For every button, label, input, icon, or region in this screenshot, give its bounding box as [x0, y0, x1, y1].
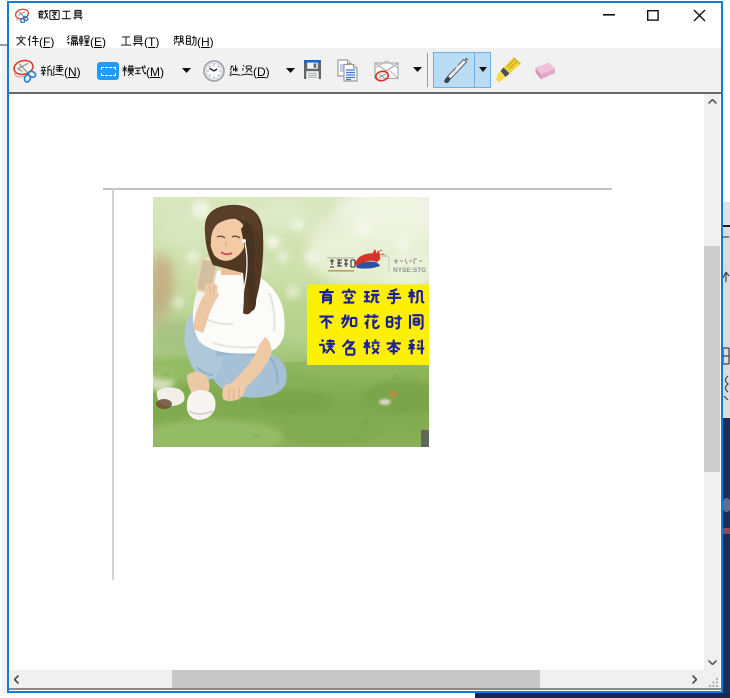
svg-text:TM: TM	[381, 253, 387, 258]
svg-text:NYSE:STG: NYSE:STG	[393, 267, 426, 274]
